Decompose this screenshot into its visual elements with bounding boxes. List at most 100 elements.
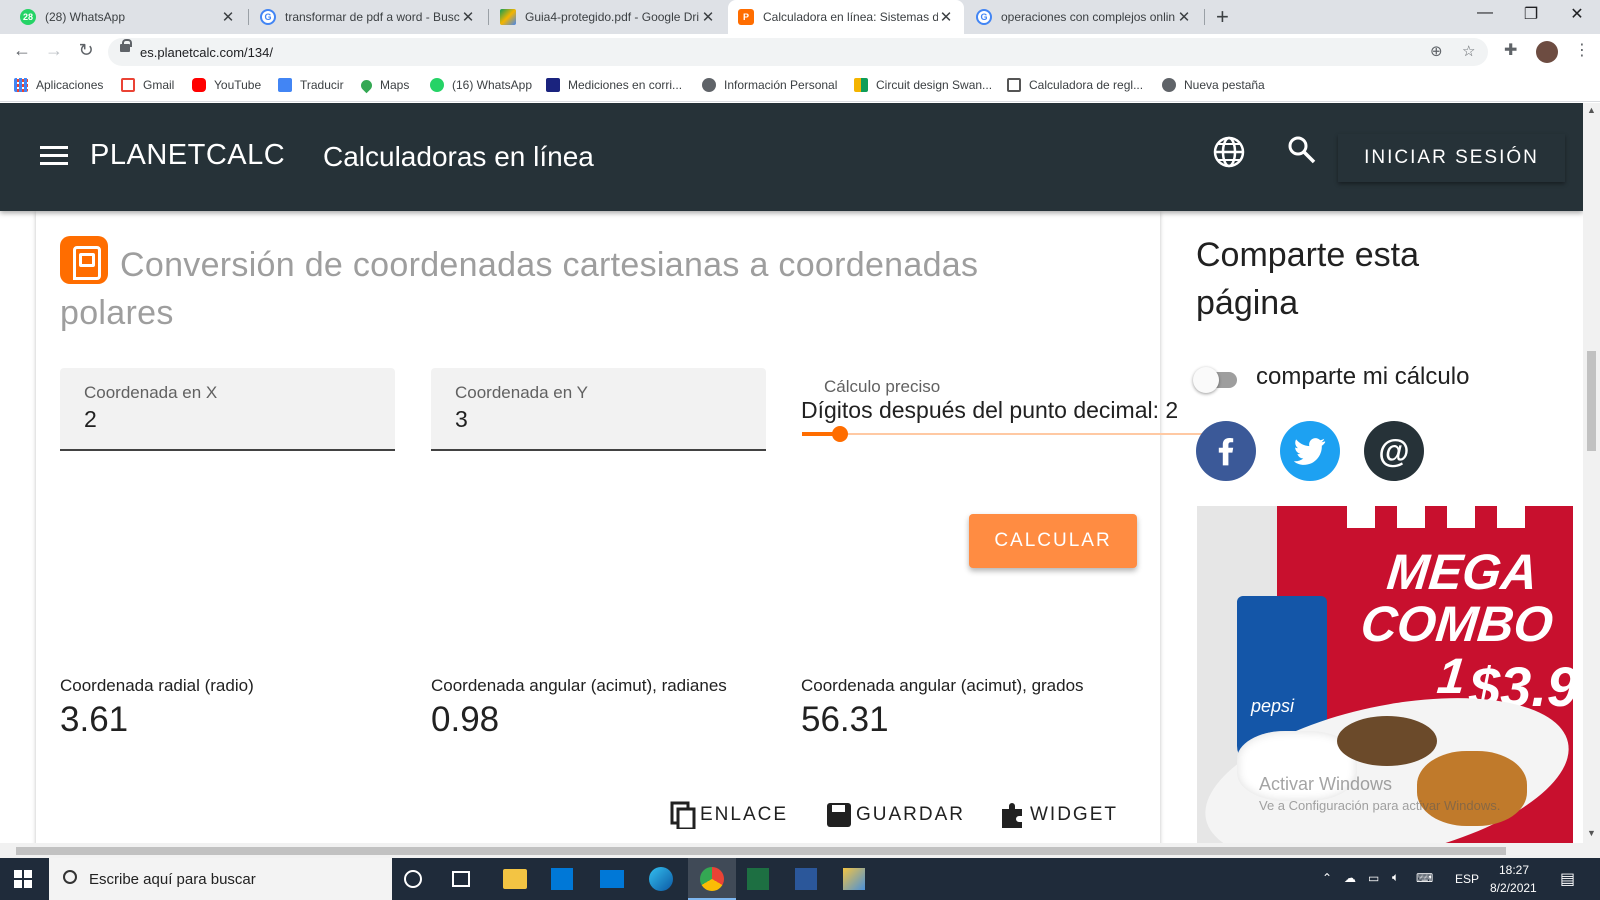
- tab-title: Calculadora en línea: Sistemas de: [763, 10, 938, 24]
- app-header: PLANETCALC Calculadoras en línea INICIAR…: [0, 103, 1583, 211]
- bookmark-whatsapp[interactable]: (16) WhatsApp: [430, 78, 532, 92]
- edge-icon[interactable]: [649, 867, 673, 891]
- close-tab-icon[interactable]: ✕: [700, 8, 716, 26]
- share-title: Comparte esta página: [1196, 236, 1419, 322]
- back-icon[interactable]: ←: [10, 40, 34, 61]
- clock-time[interactable]: 18:27: [1499, 863, 1529, 877]
- gmail-icon: [121, 78, 135, 92]
- share-calc-toggle[interactable]: [1193, 367, 1245, 393]
- tab-planetcalc[interactable]: P Calculadora en línea: Sistemas de ✕: [728, 0, 964, 34]
- decimal-digits-slider-thumb[interactable]: [832, 426, 848, 442]
- new-tab-button[interactable]: +: [1216, 4, 1229, 30]
- tab-google-search[interactable]: G transformar de pdf a word - Busc ✕: [250, 0, 486, 34]
- ad-cup-brand: pepsi: [1251, 696, 1295, 716]
- bookmark-youtube[interactable]: YouTube: [192, 78, 261, 92]
- windows-start-icon[interactable]: [14, 870, 32, 888]
- close-tab-icon[interactable]: ✕: [220, 8, 236, 26]
- star-icon[interactable]: ☆: [1462, 42, 1475, 60]
- sticky-app-icon[interactable]: [843, 868, 865, 890]
- facebook-share-icon[interactable]: [1196, 421, 1256, 481]
- close-tab-icon[interactable]: ✕: [938, 8, 954, 26]
- clock-date[interactable]: 8/2/2021: [1490, 881, 1537, 895]
- tab-title: Guia4-protegido.pdf - Google Dri: [525, 10, 700, 24]
- volume-icon[interactable]: 🔈︎: [1392, 870, 1399, 885]
- bookmark-gmail[interactable]: Gmail: [121, 78, 174, 92]
- advertisement-banner[interactable]: MEGA COMBO 1 $3.99 pepsi Activar Windows…: [1197, 506, 1573, 843]
- x-coordinate-field[interactable]: Coordenada en X: [60, 368, 395, 451]
- bookmark-informacion[interactable]: Información Personal: [702, 78, 837, 92]
- menu-kebab-icon[interactable]: ⋮: [1574, 40, 1590, 60]
- decimal-digits-slider-track[interactable]: [802, 433, 1242, 435]
- whatsapp-icon: [430, 78, 444, 92]
- ruler-icon: [1007, 78, 1021, 92]
- tab-whatsapp[interactable]: 28 (28) WhatsApp ✕: [10, 0, 246, 34]
- decimal-digits-label: Dígitos después del punto decimal: 2: [801, 397, 1179, 423]
- search-icon: [63, 870, 77, 884]
- close-window-icon[interactable]: ✕: [1554, 4, 1600, 24]
- keyboard-icon[interactable]: ⌨: [1416, 871, 1433, 885]
- bookmark-mediciones[interactable]: Mediciones en corri...: [546, 78, 682, 92]
- maps-icon: [358, 77, 375, 93]
- task-view-icon[interactable]: [452, 871, 470, 887]
- bookmark-traducir[interactable]: Traducir: [278, 78, 344, 92]
- horizontal-scrollbar[interactable]: [0, 843, 1600, 858]
- whatsapp-icon: 28: [20, 9, 36, 25]
- reload-icon[interactable]: ↻: [74, 40, 98, 61]
- word-icon[interactable]: [795, 868, 817, 890]
- language-globe-icon[interactable]: [1212, 135, 1246, 169]
- save-button[interactable]: GUARDAR: [826, 801, 965, 829]
- close-tab-icon[interactable]: ✕: [1176, 8, 1192, 26]
- puzzle-widget-icon: [1002, 803, 1022, 828]
- x-coordinate-input[interactable]: [84, 406, 364, 433]
- link-button[interactable]: ENLACE: [670, 801, 788, 829]
- restore-icon[interactable]: ❐: [1508, 4, 1554, 24]
- tab-google-drive[interactable]: Guia4-protegido.pdf - Google Dri ✕: [490, 0, 726, 34]
- hamburger-menu-icon[interactable]: [40, 146, 68, 166]
- mail-icon[interactable]: [600, 870, 624, 888]
- language-indicator[interactable]: ESP: [1455, 872, 1479, 886]
- save-label: GUARDAR: [856, 804, 966, 825]
- tab-google-complejos[interactable]: G operaciones con complejos onlin ✕: [966, 0, 1202, 34]
- avatar[interactable]: [1536, 41, 1558, 63]
- url-text[interactable]: es.planetcalc.com/134/: [140, 45, 273, 60]
- bookmark-circuit[interactable]: Circuit design Swan...: [854, 78, 992, 92]
- bookmark-label: YouTube: [214, 78, 262, 92]
- forward-icon[interactable]: →: [42, 40, 66, 61]
- zoom-icon[interactable]: ⊕: [1430, 42, 1443, 60]
- bookmark-calculadora[interactable]: Calculadora de regl...: [1007, 78, 1143, 92]
- file-explorer-icon[interactable]: [503, 869, 527, 889]
- calculate-button[interactable]: CALCULAR: [969, 514, 1137, 568]
- chrome-taskbar-button[interactable]: [688, 858, 736, 900]
- bookmark-apps[interactable]: Aplicaciones: [14, 78, 103, 92]
- search-icon[interactable]: [1287, 135, 1317, 165]
- bookmark-nueva-pestana[interactable]: Nueva pestaña: [1162, 78, 1265, 92]
- result-label: Coordenada angular (acimut), radianes: [431, 676, 727, 695]
- vertical-scrollbar[interactable]: ▲ ▼: [1583, 103, 1600, 843]
- horizontal-scroll-thumb[interactable]: [16, 847, 1506, 855]
- notifications-icon[interactable]: ▤: [1560, 869, 1575, 889]
- close-tab-icon[interactable]: ✕: [460, 8, 476, 26]
- extensions-icon[interactable]: ✚: [1504, 40, 1517, 60]
- widget-label: WIDGET: [1030, 804, 1118, 825]
- onedrive-icon[interactable]: ☁: [1344, 871, 1356, 885]
- microsoft-store-icon[interactable]: [551, 868, 573, 890]
- minimize-icon[interactable]: —: [1462, 4, 1508, 22]
- tray-chevron-icon[interactable]: ⌃: [1322, 871, 1332, 885]
- bookmark-maps[interactable]: Maps: [358, 77, 409, 93]
- taskbar-search-box[interactable]: Escribe aquí para buscar: [49, 858, 392, 900]
- brand-logo-text[interactable]: PLANETCALC: [90, 139, 285, 172]
- windows-activation-watermark: Activar Windows: [1259, 774, 1393, 794]
- cortana-icon[interactable]: [404, 870, 422, 888]
- taskbar-search-placeholder: Escribe aquí para buscar: [89, 871, 256, 888]
- y-coordinate-field[interactable]: Coordenada en Y: [431, 368, 766, 451]
- excel-icon[interactable]: [747, 868, 769, 890]
- result-value: 0.98: [431, 700, 500, 739]
- network-icon[interactable]: ▭: [1368, 871, 1379, 885]
- vertical-scroll-thumb[interactable]: [1587, 351, 1596, 451]
- y-coordinate-input[interactable]: [455, 406, 735, 433]
- widget-button[interactable]: WIDGET: [1000, 801, 1118, 829]
- omnibox[interactable]: es.planetcalc.com/134/ ⊕ ☆: [108, 38, 1488, 66]
- twitter-share-icon[interactable]: [1280, 421, 1340, 481]
- email-share-icon[interactable]: @: [1364, 421, 1424, 481]
- login-button[interactable]: INICIAR SESIÓN: [1338, 134, 1565, 182]
